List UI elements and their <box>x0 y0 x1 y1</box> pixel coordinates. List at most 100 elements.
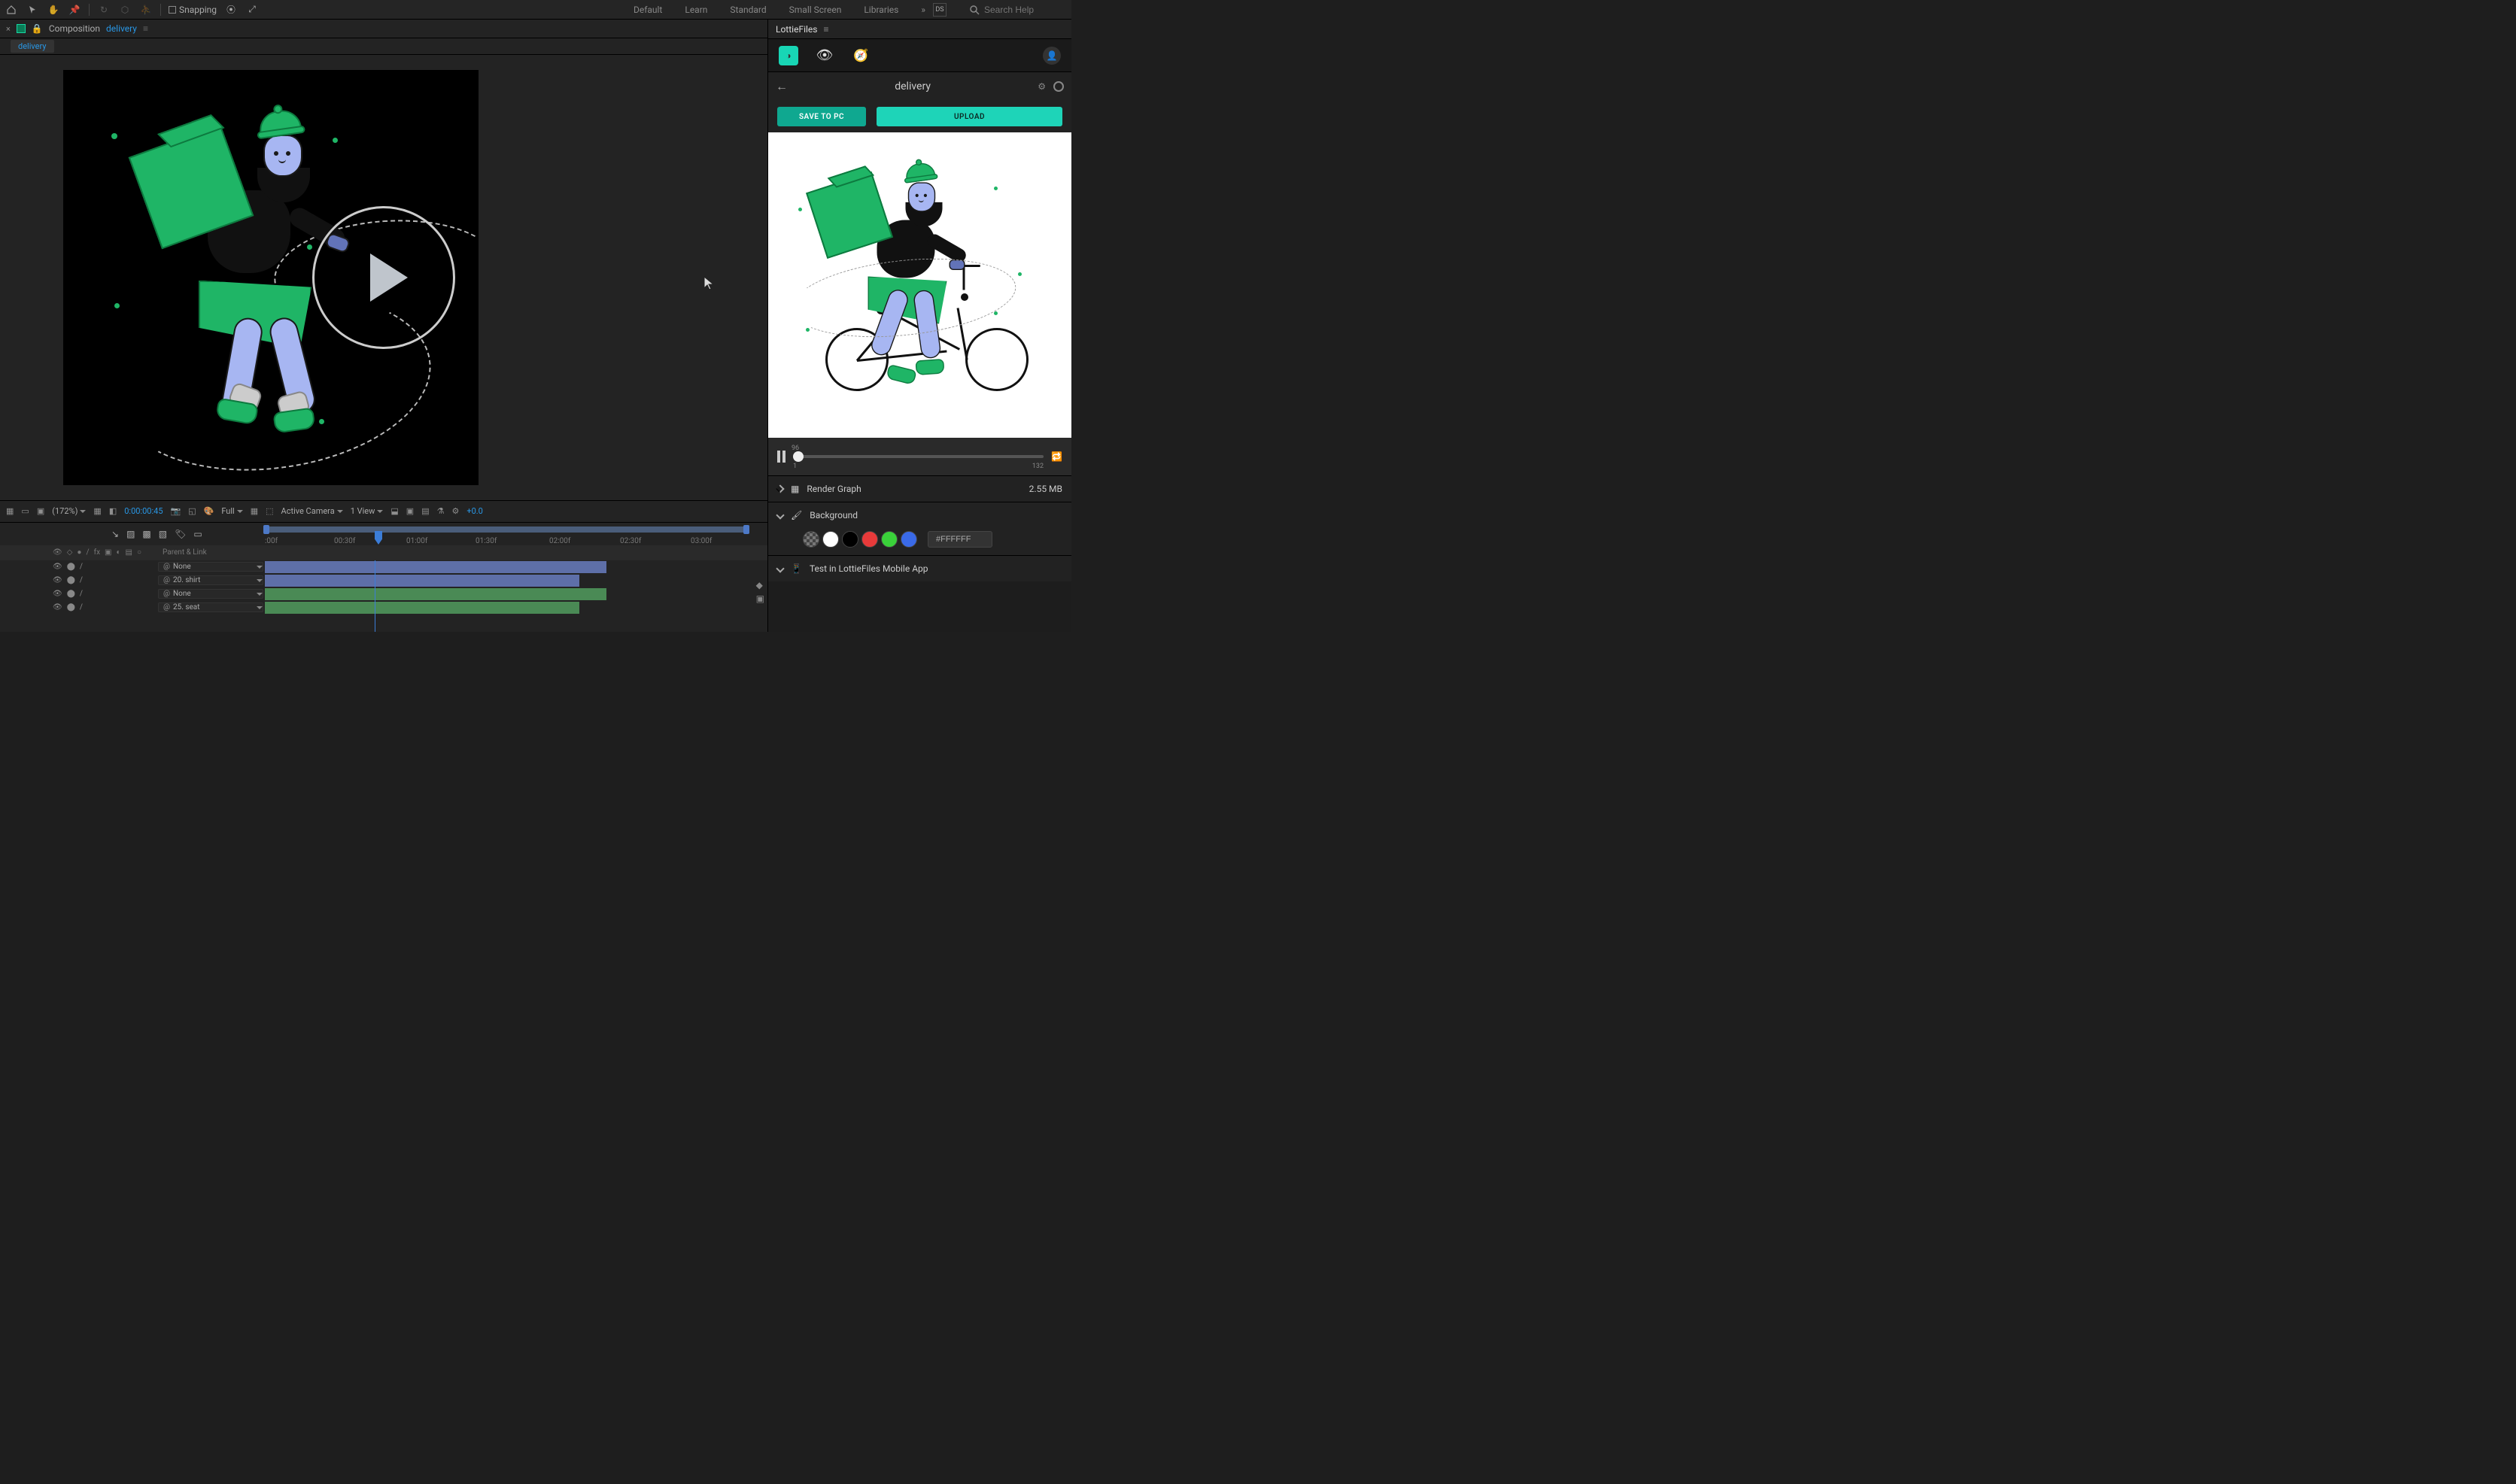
ic2[interactable]: ▤ <box>421 506 429 516</box>
ic4[interactable]: ⚙ <box>451 506 459 516</box>
mesh-icon[interactable]: ⬡ <box>118 3 132 17</box>
selection-tool-icon[interactable] <box>26 3 39 17</box>
tab-delivery[interactable]: delivery <box>11 40 54 53</box>
close-icon[interactable]: × <box>6 24 11 34</box>
layer-row[interactable]: 👁⬤/ @None <box>0 560 767 574</box>
workspace-default[interactable]: Default <box>634 5 662 15</box>
color-icon[interactable]: 🎨 <box>204 506 214 516</box>
nav-discover[interactable]: 🧭 <box>851 46 871 65</box>
parent-dropdown[interactable]: @25. seat <box>158 602 263 612</box>
nav-export[interactable]: ◑ <box>779 46 798 65</box>
scrubber-thumb[interactable] <box>793 451 804 462</box>
tl-graph-icon[interactable]: ▧ <box>159 529 167 539</box>
workspace-more[interactable]: » <box>921 5 925 15</box>
exposure[interactable]: +0.0 <box>466 506 483 516</box>
nav-preview[interactable]: 👁 <box>815 46 834 65</box>
transparency-icon[interactable]: ▦ <box>251 506 258 516</box>
parent-column-label: Parent & Link <box>158 548 263 557</box>
layer-row[interactable]: 👁⬤/ @25. seat <box>0 601 767 615</box>
alpha-icon[interactable]: ▦ <box>6 506 14 516</box>
layer-bar[interactable] <box>265 602 579 614</box>
marker-icon[interactable]: ◆ <box>756 580 764 590</box>
workspace-small-screen[interactable]: Small Screen <box>789 5 842 15</box>
chevron-down-icon[interactable] <box>776 511 784 519</box>
tl-frameblend-icon[interactable]: ▨ <box>126 529 135 539</box>
fast-preview-icon[interactable]: ⬓ <box>390 506 398 516</box>
time-ruler[interactable]: :00f 00:30f 01:00f 01:30f 02:00f 02:30f … <box>265 527 758 545</box>
back-button[interactable]: ← <box>776 79 788 94</box>
view-dropdown[interactable]: 1 View <box>351 506 384 516</box>
expand-icon[interactable]: ⤢ <box>245 3 259 17</box>
panel-menu-icon[interactable]: ≡ <box>143 23 148 34</box>
snapping-toggle[interactable]: Snapping <box>169 5 217 15</box>
search-input[interactable] <box>984 5 1067 15</box>
swatch-red[interactable] <box>861 531 878 548</box>
swatch-transparent[interactable] <box>803 531 819 548</box>
tl-motionblur-icon[interactable]: ▩ <box>142 529 150 539</box>
play-button[interactable] <box>312 206 455 349</box>
tl-shy-icon[interactable]: ↘ <box>111 529 119 539</box>
playhead[interactable] <box>375 531 382 545</box>
graph-icon: ▦ <box>791 484 799 494</box>
camera-dropdown[interactable]: Active Camera <box>281 506 343 516</box>
work-area-start[interactable] <box>263 525 269 534</box>
layer-bar[interactable] <box>265 561 606 573</box>
render-graph-section[interactable]: ▦ Render Graph 2.55 MB <box>768 475 1071 502</box>
timecode[interactable]: 0:00:00:45 <box>124 506 163 516</box>
ic1[interactable]: ▣ <box>406 506 414 516</box>
3d-icon[interactable]: ⬚ <box>266 506 273 516</box>
parent-dropdown[interactable]: @None <box>158 589 263 599</box>
resolution-dropdown[interactable]: Full <box>221 506 242 516</box>
save-to-pc-button[interactable]: SAVE TO PC <box>777 107 866 126</box>
composition-viewer[interactable] <box>0 55 767 500</box>
work-area[interactable] <box>265 527 746 533</box>
swatch-green[interactable] <box>881 531 898 548</box>
swatch-black[interactable] <box>842 531 858 548</box>
viewer-footer: ▦ ▭ ▣ (172%) ▦ ◧ 0:00:00:45 📷 ◱ 🎨 Full ▦… <box>0 500 767 522</box>
workspace-learn[interactable]: Learn <box>685 5 707 15</box>
layer-bar[interactable] <box>265 575 579 587</box>
region-icon[interactable]: ◱ <box>188 506 196 516</box>
pause-button[interactable] <box>777 451 785 463</box>
loop-icon[interactable]: 🔁 <box>1051 451 1062 462</box>
swatch-white[interactable] <box>822 531 839 548</box>
work-area-end[interactable] <box>743 525 749 534</box>
ic3[interactable]: ⚗ <box>437 506 445 516</box>
layer-bar[interactable] <box>265 588 606 600</box>
hex-input[interactable] <box>928 531 992 548</box>
comp-marker-icon[interactable]: ▣ <box>756 593 764 604</box>
workspace-libraries[interactable]: Libraries <box>864 5 898 15</box>
account-avatar[interactable]: 👤 <box>1043 47 1061 65</box>
parent-dropdown[interactable]: @20. shirt <box>158 575 263 585</box>
rotate-icon[interactable]: ↻ <box>97 3 111 17</box>
magnet-icon[interactable]: ⦿ <box>224 3 238 17</box>
composition-name[interactable]: delivery <box>106 23 137 34</box>
tl-tag-icon[interactable]: 🏷 <box>175 529 186 539</box>
swatch-blue[interactable] <box>901 531 917 548</box>
mask-icon[interactable]: ▭ <box>21 506 29 516</box>
panel-menu-icon[interactable]: ≡ <box>823 24 828 35</box>
person-icon[interactable]: ⛹ <box>139 3 153 17</box>
settings-icon[interactable]: ⚙ <box>1038 81 1046 92</box>
layer-row[interactable]: 👁⬤/ @20. shirt <box>0 574 767 587</box>
hand-tool-icon[interactable]: ✋ <box>47 3 60 17</box>
scrubber[interactable]: 96 1 132 <box>793 455 1044 458</box>
refresh-icon[interactable] <box>1053 81 1064 92</box>
channel-icon[interactable]: ◧ <box>109 506 117 516</box>
workspace-standard[interactable]: Standard <box>730 5 766 15</box>
snapshot-icon[interactable]: 📷 <box>171 506 181 516</box>
help-search[interactable] <box>969 5 1067 15</box>
grid-icon[interactable]: ▦ <box>93 506 101 516</box>
lock-icon[interactable]: 🔒 <box>32 23 43 34</box>
sync-icon[interactable]: DS <box>933 3 947 17</box>
parent-dropdown[interactable]: @None <box>158 562 263 572</box>
tl-search-icon[interactable]: ▭ <box>193 529 202 539</box>
guides-icon[interactable]: ▣ <box>37 506 44 516</box>
mobile-test-section[interactable]: 📱 Test in LottieFiles Mobile App <box>768 555 1071 581</box>
upload-button[interactable]: UPLOAD <box>877 107 1062 126</box>
pin-icon[interactable]: 📌 <box>68 3 81 17</box>
layer-row[interactable]: 👁⬤/ @None <box>0 587 767 601</box>
home-icon[interactable] <box>5 3 18 17</box>
zoom-dropdown[interactable]: (172%) <box>52 506 86 516</box>
eye-column-icon[interactable]: 👁 <box>53 548 62 557</box>
